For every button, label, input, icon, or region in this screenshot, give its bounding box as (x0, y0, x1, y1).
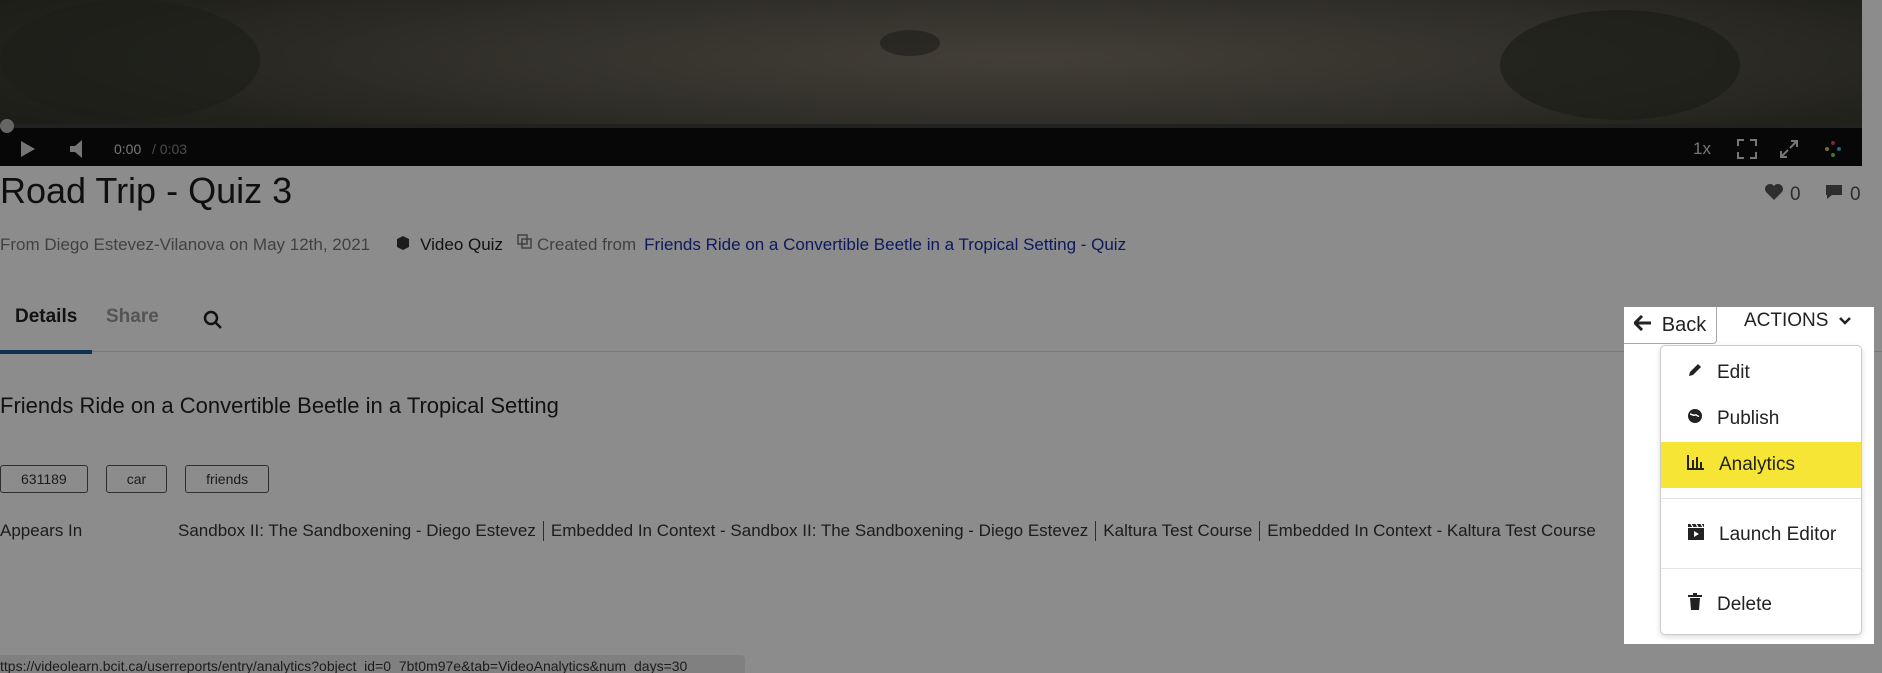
chevron-down-icon (1838, 310, 1852, 332)
actions-menu: Edit Publish Analytics Launch Editor Del… (1660, 345, 1862, 635)
actions-dropdown[interactable]: ACTIONS (1744, 310, 1852, 332)
bar-chart-icon (1687, 454, 1705, 476)
menu-divider (1661, 498, 1861, 499)
menu-item-label: Analytics (1719, 454, 1796, 475)
actions-label: ACTIONS (1744, 310, 1829, 331)
menu-item-delete[interactable]: Delete (1661, 582, 1861, 628)
trash-icon (1687, 593, 1703, 617)
globe-icon (1687, 408, 1703, 430)
menu-divider (1661, 568, 1861, 569)
back-label: Back (1661, 313, 1707, 336)
menu-item-label: Publish (1717, 408, 1780, 429)
actions-spotlight: Back ACTIONS Edit Publish Analytics Laun… (1624, 307, 1874, 644)
menu-item-launch-editor[interactable]: Launch Editor (1661, 512, 1861, 558)
menu-item-analytics[interactable]: Analytics (1661, 442, 1861, 488)
menu-item-label: Launch Editor (1719, 524, 1837, 545)
dim-overlay (0, 0, 1882, 673)
menu-item-edit[interactable]: Edit (1661, 350, 1861, 396)
clapperboard-icon (1687, 523, 1705, 547)
arrow-left-icon (1632, 314, 1652, 337)
back-button[interactable]: Back (1624, 307, 1717, 344)
pencil-icon (1687, 362, 1703, 384)
menu-item-label: Delete (1717, 594, 1772, 615)
menu-item-label: Edit (1717, 362, 1750, 383)
menu-item-publish[interactable]: Publish (1661, 396, 1861, 442)
